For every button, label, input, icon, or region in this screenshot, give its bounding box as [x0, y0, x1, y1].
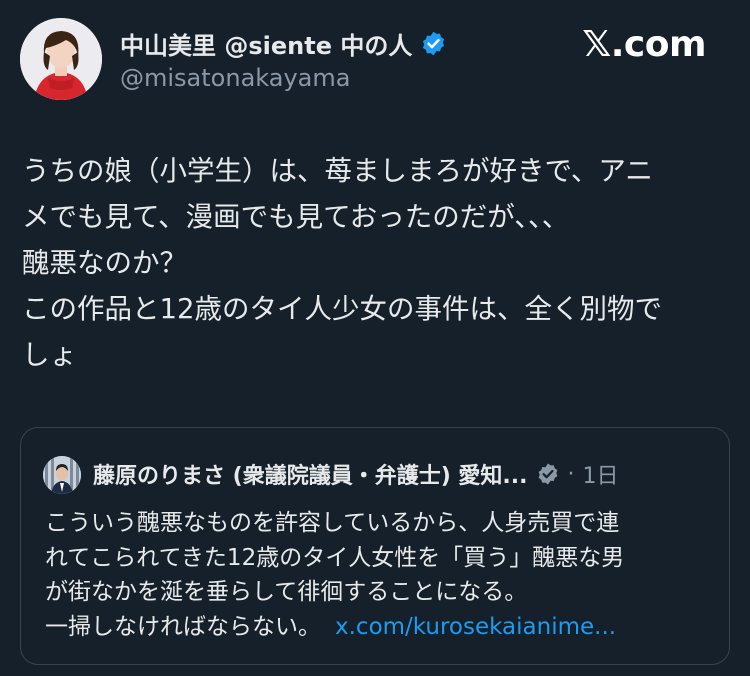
author-name-row: 中山美里 @siente 中の人	[120, 26, 447, 61]
quoted-text-line: が街なかを涎を垂らして徘徊することになる。	[45, 579, 528, 605]
quoted-text-line: れてこられてきた12歳のタイ人女性を「買う」醜悪な男	[45, 544, 625, 571]
quoted-text-line: 一掃しなければならない。	[45, 613, 321, 640]
quoted-author-name[interactable]: 藤原のりまさ (衆議院議員・弁護士) 愛知...	[93, 458, 528, 490]
separator-dot: ·	[567, 461, 575, 487]
quoted-timestamp[interactable]: 1日	[583, 458, 619, 490]
author-name[interactable]: 中山美里 @siente 中の人	[120, 26, 412, 61]
tweet-text-line: メでも見て、漫画でも見ておったのだが、、、	[22, 201, 570, 233]
quoted-text-line-with-link: 一掃しなければならない。 x.com/kurosekaianime...	[45, 610, 715, 645]
quoted-tweet[interactable]: 藤原のりまさ (衆議院議員・弁護士) 愛知... · 1日 こういう醜悪なものを…	[20, 427, 730, 665]
tweet-text-line: しょ	[22, 339, 77, 371]
author-handle[interactable]: @misatonakayama	[120, 64, 350, 92]
verified-badge-icon	[423, 31, 445, 56]
tweet-text-line: うちの娘（小学生）は、苺ましまろが好きで、アニ	[22, 155, 653, 187]
quoted-header: 藤原のりまさ (衆議院議員・弁護士) 愛知... · 1日	[93, 458, 619, 490]
quoted-author-avatar[interactable]	[43, 456, 81, 494]
tweet-text-line: 醜悪なのか？	[22, 247, 187, 279]
tweet-text: うちの娘（小学生）は、苺ましまろが好きで、アニ メでも見て、漫画でも見ておったの…	[22, 148, 734, 378]
verified-badge-icon	[538, 463, 557, 485]
x-logo: 𝕏.com	[582, 24, 706, 65]
tweet-text-line: この作品と12歳のタイ人少女の事件は、全く別物で	[22, 293, 662, 325]
quoted-text: こういう醜悪なものを許容しているから、人身売買で連 れてこられてきた12歳のタイ…	[45, 506, 715, 644]
quoted-link[interactable]: x.com/kurosekaianime...	[335, 614, 616, 640]
quoted-text-line: こういう醜悪なものを許容しているから、人身売買で連	[45, 510, 620, 536]
author-avatar[interactable]	[20, 18, 102, 100]
